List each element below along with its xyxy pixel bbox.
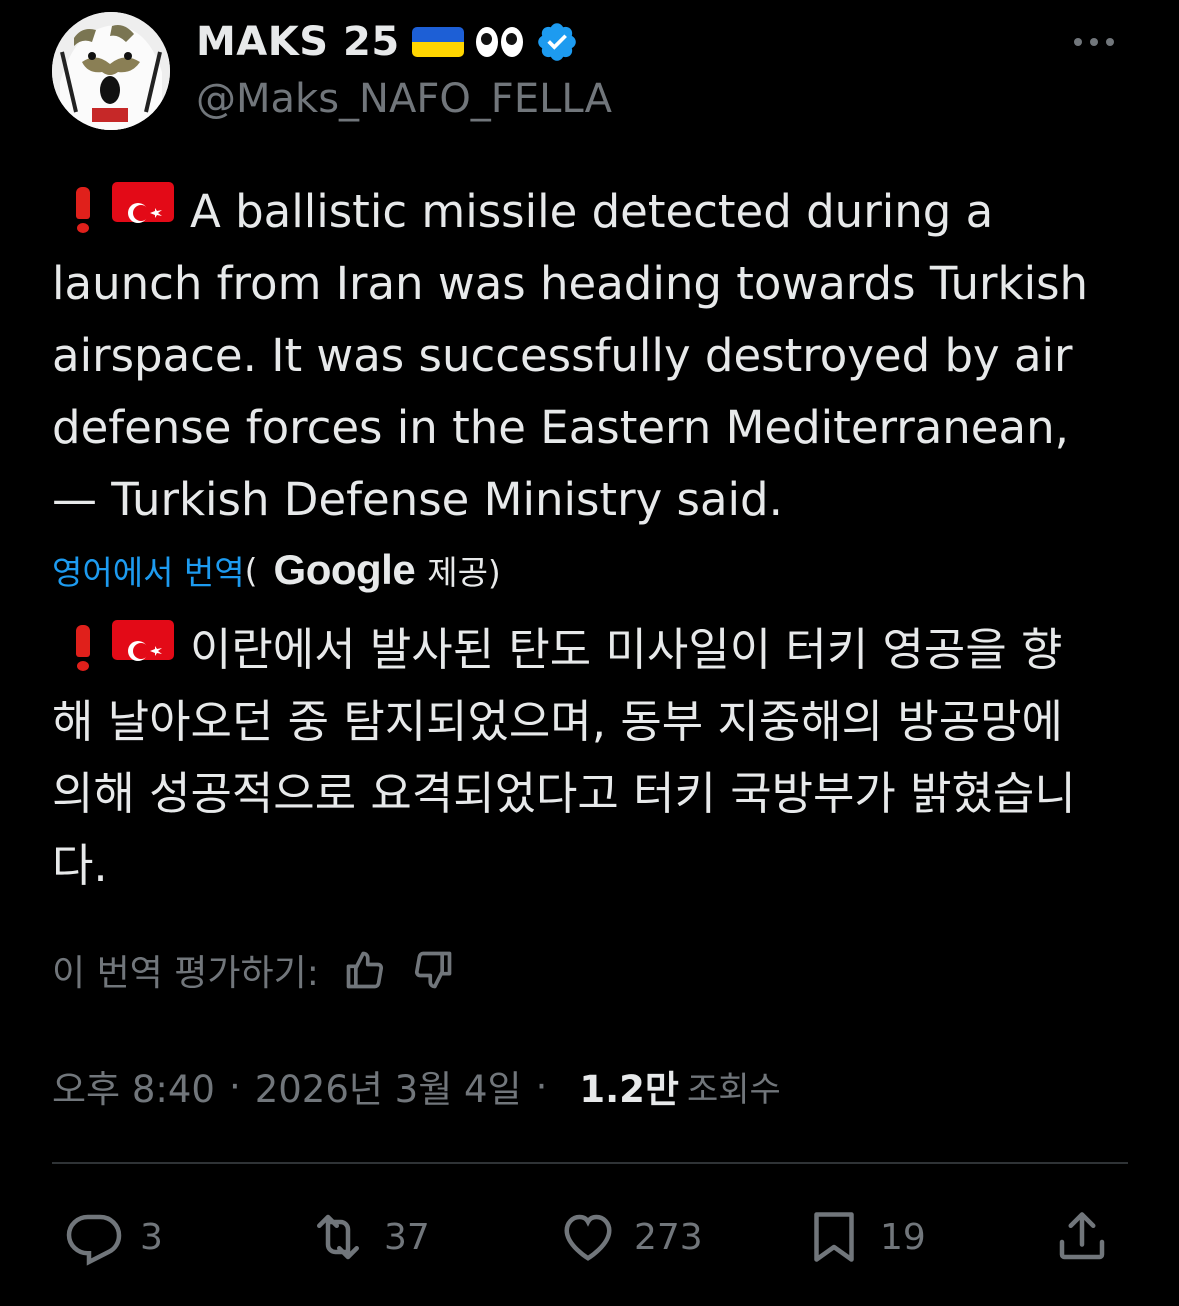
divider [52,1162,1128,1164]
meta-separator: · [228,1064,241,1108]
turkey-flag-icon [112,620,174,661]
eyes-icon [475,27,523,57]
translated-line: 이란에서 발사된 탄도 미사일이 터키 영공을 향 [52,614,1142,686]
translated-line: 의해 성공적으로 요격되었다고 터키 국방부가 밝혔습니 [52,767,1076,820]
views-count[interactable]: 1.2만 [579,1059,679,1113]
meta-separator: · [535,1064,548,1108]
tweet-actions: 3 37 273 19 [52,1200,1128,1274]
repost-count: 37 [384,1216,430,1258]
verified-badge-icon[interactable] [535,20,579,64]
tweet-text: A ballistic missile detected during a la… [52,176,1142,536]
bookmark-button[interactable]: 19 [804,1200,926,1274]
reply-count: 3 [140,1216,163,1258]
share-button[interactable] [1052,1200,1112,1274]
translated-line: 다. [52,839,108,892]
open-paren: ( [244,550,258,590]
translated-text: 이란에서 발사된 탄도 미사일이 터키 영공을 향 해 날아오던 중 탐지되었으… [52,614,1142,902]
thumbs-up-icon[interactable] [343,948,387,992]
translated-line: 해 날아오던 중 탐지되었으며, 동부 지중해의 방공망에 [52,695,1063,748]
repost-icon [317,1214,359,1260]
thumbs-down-icon[interactable] [411,948,455,992]
google-logo: Google [273,546,416,593]
avatar-image [52,12,170,130]
tweet-time[interactable]: 오후 8:40 [52,1059,215,1113]
provided-by-label: 제공) [427,553,501,592]
more-options-icon[interactable] [1074,30,1124,54]
exclamation-icon [76,625,90,671]
reply-icon [66,1214,122,1266]
author-handle[interactable]: @Maks_NAFO_FELLA [196,76,612,122]
bookmark-icon [814,1212,854,1262]
rate-translation-row: 이 번역 평가하기: [52,942,455,998]
share-icon [1059,1212,1105,1260]
tweet-line: — Turkish Defense Ministry said. [52,473,783,526]
rate-translation-label: 이 번역 평가하기: [52,953,319,994]
turkey-flag-icon [112,182,174,223]
exclamation-icon [76,187,90,233]
author-avatar[interactable] [52,12,170,130]
like-count: 273 [634,1216,703,1258]
translation-attribution: 영어에서 번역 ( Google 제공) [52,542,501,598]
ukraine-flag-icon [411,27,464,57]
author-display-name[interactable]: MAKS 25 [196,19,400,65]
like-button[interactable]: 273 [558,1200,703,1274]
tweet-line: launch from Iran was heading towards Tur… [52,257,1089,310]
translated-from-link[interactable]: 영어에서 번역 [52,546,245,594]
tweet-meta: 오후 8:40 · 2026년 3월 4일 · 1.2만 조회수 [52,1058,781,1114]
bookmark-count: 19 [880,1216,926,1258]
views-label: 조회수 [686,1069,781,1110]
tweet-date[interactable]: 2026년 3월 4일 [255,1059,522,1113]
author-name-row[interactable]: MAKS 25 [196,16,579,68]
reply-button[interactable]: 3 [64,1200,163,1274]
tweet-line: airspace. It was successfully destroyed … [52,329,1073,382]
heart-icon [564,1214,612,1261]
repost-button[interactable]: 37 [308,1200,430,1274]
tweet-line: A ballistic missile detected during a [52,176,1142,248]
tweet-line: defense forces in the Eastern Mediterran… [52,401,1069,454]
